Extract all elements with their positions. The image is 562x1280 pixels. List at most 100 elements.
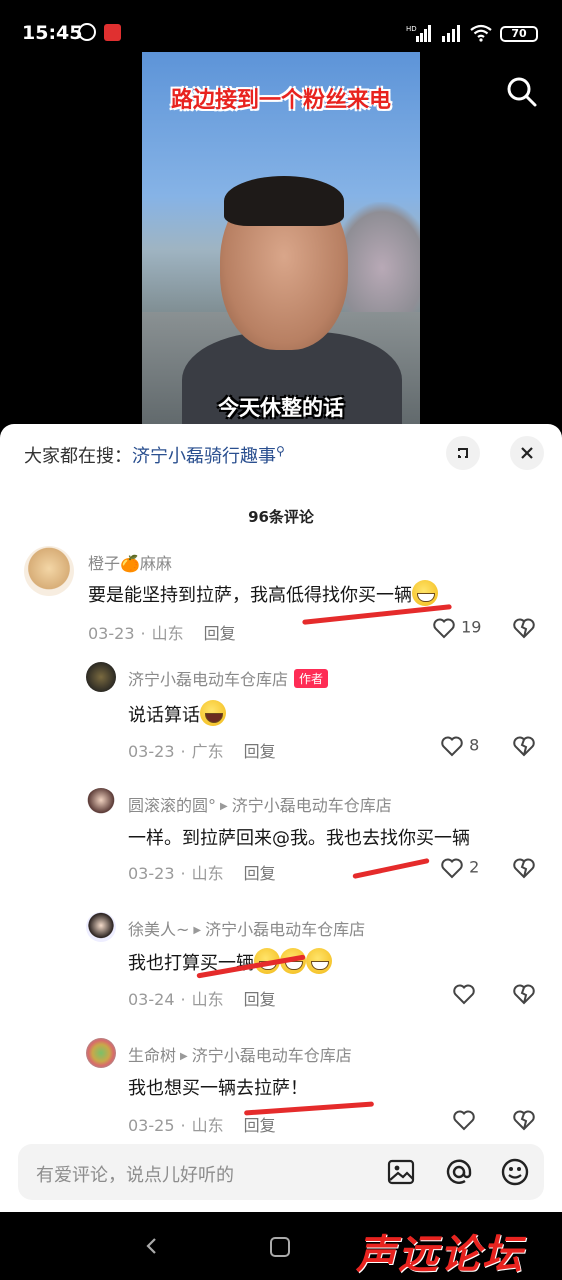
red-annotation-line (352, 857, 430, 880)
heart-icon (441, 858, 463, 879)
app-notification-icon (104, 24, 121, 41)
expand-button[interactable] (446, 436, 480, 470)
reply-button[interactable]: 回复 (244, 742, 276, 761)
dislike-button[interactable] (512, 856, 536, 880)
image-icon[interactable] (386, 1157, 416, 1187)
heart-icon (453, 984, 475, 1005)
search-icon[interactable] (506, 76, 538, 108)
like-button[interactable]: 2 (440, 856, 479, 880)
broken-heart-icon (513, 736, 535, 757)
comment-text: 要是能坚持到拉萨，我高低得找你买一辆 (88, 580, 438, 607)
reply-button[interactable]: 回复 (244, 990, 276, 1009)
reply-button[interactable]: 回复 (244, 1116, 276, 1135)
close-icon (521, 447, 533, 459)
comment-input-bar[interactable]: 有爱评论，说点儿好听的 (18, 1144, 544, 1200)
forum-watermark: 声远论坛 (356, 1232, 524, 1278)
comment-username[interactable]: 橙子🍊麻麻 (88, 550, 172, 574)
comment-input-placeholder[interactable]: 有爱评论，说点儿好听的 (36, 1161, 234, 1187)
comment-date: 03-23 (128, 864, 175, 883)
reply-item: 徐美人~ ▶ 济宁小磊电动车仓库店 我也打算买一辆 03-24 · 山东 回复 (0, 910, 562, 1020)
reply-arrow-icon: ▶ (220, 801, 228, 812)
reply-meta: 03-24 · 山东 回复 (128, 990, 276, 1009)
svg-text:HD: HD (406, 25, 417, 33)
avatar[interactable] (86, 1038, 116, 1068)
red-annotation-line (302, 604, 452, 625)
video-title-overlay: 路边接到一个粉丝来电 (170, 88, 391, 113)
comment-date: 03-23 (88, 624, 135, 643)
reply-item: 生命树 ▶ 济宁小磊电动车仓库店 我也想买一辆去拉萨！ 03-25 · 山东 回复 (0, 1036, 562, 1142)
comment-date: 03-23 (128, 742, 175, 761)
heart-icon (453, 1110, 475, 1131)
emoji-icon[interactable] (500, 1157, 530, 1187)
mention-icon[interactable] (444, 1157, 474, 1187)
comment-location: 山东 (191, 864, 224, 883)
reply-text: 一样。到拉萨回来@我。我也去找你买一辆 (128, 828, 470, 849)
reply-text: 说话算话 (128, 700, 226, 727)
reply-arrow-icon: ▶ (180, 1051, 188, 1062)
reply-username[interactable]: 生命树 ▶ 济宁小磊电动车仓库店 (128, 1042, 352, 1066)
grin-emoji-icon (412, 580, 438, 606)
home-icon[interactable] (270, 1237, 290, 1257)
comment-meta: 03-23 · 山东 回复 (88, 624, 236, 643)
broken-heart-icon (513, 858, 535, 879)
comment-sheet: 大家都在搜：济宁小磊骑行趣事⚲ 96条评论 橙子🍊麻麻 要是能坚持到拉萨，我高低… (0, 424, 562, 1212)
author-badge: 作者 (294, 669, 329, 688)
grin-emoji-icon (306, 948, 332, 974)
avatar[interactable] (86, 788, 116, 818)
comment-date: 03-25 (128, 1116, 175, 1135)
reply-username[interactable]: 济宁小磊电动车仓库店 作者 (128, 666, 329, 690)
broken-heart-icon (513, 984, 535, 1005)
comment-location: 广东 (191, 742, 224, 761)
reply-username[interactable]: 徐美人~ ▶ 济宁小磊电动车仓库店 (128, 916, 365, 940)
reply-item: 济宁小磊电动车仓库店 作者 说话算话 03-23 · 广东 回复 8 (0, 660, 562, 770)
expand-icon (458, 448, 468, 458)
close-button[interactable] (510, 436, 544, 470)
comment-location: 山东 (191, 990, 224, 1009)
comment-location: 山东 (151, 624, 184, 643)
avatar[interactable] (86, 912, 116, 942)
battery-icon: 70 (500, 26, 538, 42)
trending-search[interactable]: 大家都在搜：济宁小磊骑行趣事⚲ (24, 442, 285, 468)
dislike-button[interactable] (512, 616, 536, 640)
avatar[interactable] (24, 546, 74, 596)
reply-button[interactable]: 回复 (204, 624, 236, 643)
like-count: 19 (461, 617, 482, 637)
dislike-button[interactable] (512, 1108, 536, 1132)
like-button[interactable] (452, 982, 476, 1006)
cellular-signal-2-icon (442, 25, 460, 42)
reply-username[interactable]: 圆滚滚的圆° ▶ 济宁小磊电动车仓库店 (128, 792, 392, 816)
reply-button[interactable]: 回复 (244, 864, 276, 883)
reply-meta: 03-23 · 广东 回复 (128, 742, 276, 761)
like-button[interactable]: 8 (440, 734, 479, 758)
reply-item: 圆滚滚的圆° ▶ 济宁小磊电动车仓库店 一样。到拉萨回来@我。我也去找你买一辆 03… (0, 786, 562, 896)
search-small-icon: ⚲ (276, 444, 285, 458)
reply-meta: 03-23 · 山东 回复 (128, 864, 276, 883)
like-button[interactable] (452, 1108, 476, 1132)
reply-text: 我也想买一辆去拉萨！ (128, 1078, 308, 1099)
comment-count: 96条评论 (248, 508, 314, 526)
broken-heart-icon (513, 1110, 535, 1131)
dislike-button[interactable] (512, 734, 536, 758)
reply-arrow-icon: ▶ (193, 925, 202, 936)
comment-item: 橙子🍊麻麻 要是能坚持到拉萨，我高低得找你买一辆 03-23 · 山东 回复 19 (0, 544, 562, 654)
dislike-button[interactable] (512, 982, 536, 1006)
status-time: 15:45 (22, 22, 83, 44)
trending-search-prefix: 大家都在搜： (24, 446, 132, 467)
comment-location: 山东 (191, 1116, 224, 1135)
like-button[interactable]: 19 (432, 616, 481, 640)
avatar[interactable] (86, 662, 116, 692)
video-player[interactable]: 路边接到一个粉丝来电 今天休整的话 (0, 52, 562, 432)
comment-date: 03-24 (128, 990, 175, 1009)
back-icon[interactable] (142, 1236, 162, 1256)
video-subtitle: 今天休整的话 (218, 396, 344, 420)
trending-search-keyword[interactable]: 济宁小磊骑行趣事 (132, 446, 276, 467)
like-count: 8 (469, 735, 480, 755)
heart-icon (441, 736, 463, 757)
person-hair (224, 176, 344, 226)
reply-meta: 03-25 · 山东 回复 (128, 1116, 276, 1135)
heart-icon (433, 618, 455, 639)
alarm-icon (78, 23, 96, 41)
video-frame: 路边接到一个粉丝来电 今天休整的话 (142, 52, 420, 432)
broken-heart-icon (513, 618, 535, 639)
laugh-cry-emoji-icon (200, 700, 226, 726)
